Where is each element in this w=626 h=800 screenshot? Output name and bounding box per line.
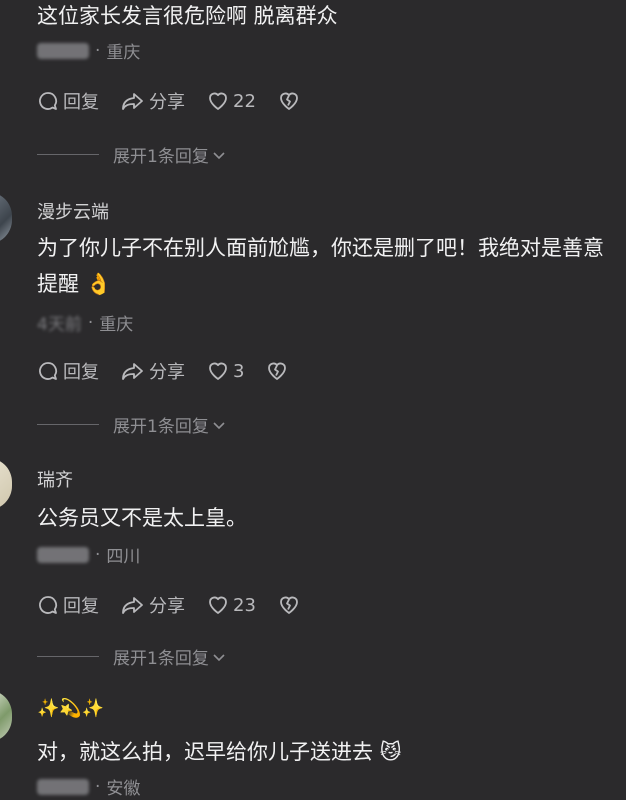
expand-label: 展开1条回复 xyxy=(113,147,209,167)
comment-location: 安徽 xyxy=(106,779,141,799)
comment-text: 对，就这么拍，迟早给你儿子送进去 😼 xyxy=(37,740,402,764)
reply-label: 回复 xyxy=(63,596,99,617)
comment-author[interactable]: ✨💫✨ xyxy=(37,698,104,719)
comment-actions: 回复 分享 3 xyxy=(37,358,314,384)
expand-label: 展开1条回复 xyxy=(113,649,209,669)
dislike-button[interactable] xyxy=(266,360,292,382)
comment-author[interactable]: 漫步云端 xyxy=(37,198,109,224)
like-button[interactable]: 3 xyxy=(207,360,244,382)
like-button[interactable]: 22 xyxy=(207,90,256,112)
meta-separator: · xyxy=(95,40,101,61)
blurred-time xyxy=(37,42,89,59)
reply-icon xyxy=(39,92,58,110)
reply-icon xyxy=(39,362,58,380)
comment-meta: · 重庆 xyxy=(37,38,140,63)
broken-heart-icon xyxy=(280,92,298,110)
comment-actions: 回复 分享 22 xyxy=(37,88,326,114)
comment-text: 这位家长发言很危险啊 脱离群众 xyxy=(37,4,338,28)
reply-label: 回复 xyxy=(63,362,99,383)
share-label: 分享 xyxy=(149,362,185,383)
comment-meta: · 四川 xyxy=(37,542,140,567)
reply-icon xyxy=(39,596,58,614)
like-count: 22 xyxy=(233,90,256,112)
divider-line xyxy=(37,154,99,155)
blurred-time xyxy=(37,546,89,563)
comment-time: 4天前 xyxy=(37,315,82,335)
avatar[interactable] xyxy=(0,192,12,244)
broken-heart-icon xyxy=(268,362,287,380)
reply-button[interactable]: 回复 xyxy=(37,592,99,618)
like-count: 23 xyxy=(233,594,256,616)
divider-line xyxy=(37,656,99,657)
share-label: 分享 xyxy=(149,596,185,617)
comment-actions: 回复 分享 23 xyxy=(37,592,326,618)
share-icon xyxy=(122,363,143,380)
broken-heart-icon xyxy=(280,596,298,614)
share-label: 分享 xyxy=(149,92,185,113)
chevron-down-icon xyxy=(213,421,225,429)
expand-replies[interactable]: 展开1条回复 xyxy=(37,142,226,167)
meta-separator: · xyxy=(95,776,101,797)
reply-button[interactable]: 回复 xyxy=(37,88,99,114)
meta-separator: · xyxy=(95,544,101,565)
comment-author[interactable]: 瑞齐 xyxy=(37,466,73,492)
chevron-down-icon xyxy=(213,653,225,661)
reply-label: 回复 xyxy=(63,92,99,113)
divider-line xyxy=(37,424,99,425)
like-button[interactable]: 23 xyxy=(207,594,256,616)
avatar[interactable] xyxy=(0,458,12,510)
heart-icon xyxy=(209,596,227,614)
expand-label: 展开1条回复 xyxy=(113,417,209,437)
dislike-button[interactable] xyxy=(278,90,304,112)
share-icon xyxy=(122,93,143,110)
dislike-button[interactable] xyxy=(278,594,304,616)
meta-separator: · xyxy=(87,312,94,333)
blurred-time xyxy=(37,778,89,795)
comment-meta: 4天前 · 重庆 xyxy=(37,310,134,336)
share-button[interactable]: 分享 xyxy=(121,88,185,114)
reply-button[interactable]: 回复 xyxy=(37,358,99,384)
comment-meta: · 安徽 xyxy=(37,774,140,799)
share-icon xyxy=(122,597,143,614)
comment-location: 重庆 xyxy=(106,43,141,63)
share-button[interactable]: 分享 xyxy=(121,358,185,384)
comment-location: 四川 xyxy=(106,547,141,567)
expand-replies[interactable]: 展开1条回复 xyxy=(37,412,226,437)
comment-text: 为了你儿子不在别人面前尬尴，你还是删了吧！我绝对是善意提醒 👌 xyxy=(37,236,604,296)
heart-icon xyxy=(209,92,227,110)
comment-location: 重庆 xyxy=(99,315,134,335)
avatar[interactable] xyxy=(0,690,12,742)
expand-replies[interactable]: 展开1条回复 xyxy=(37,644,226,669)
share-button[interactable]: 分享 xyxy=(121,592,185,618)
like-count: 3 xyxy=(233,360,245,382)
comment-text: 公务员又不是太上皇。 xyxy=(37,506,247,530)
heart-icon xyxy=(209,362,227,380)
chevron-down-icon xyxy=(213,151,225,159)
